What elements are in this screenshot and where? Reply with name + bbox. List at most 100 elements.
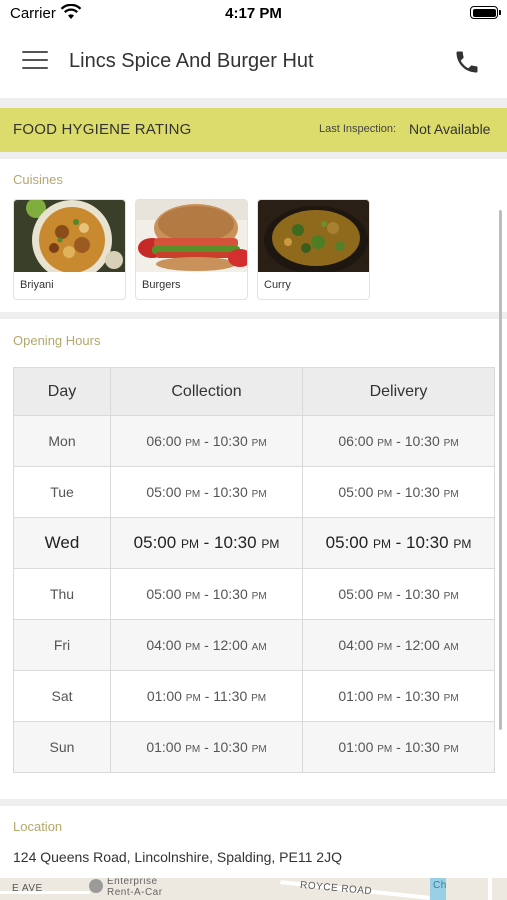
ampm-end: PM: [251, 693, 267, 704]
ampm-start: PM: [185, 642, 201, 653]
time-end: 11:30: [213, 688, 248, 704]
section-divider: [0, 799, 507, 806]
time-start: 05:00: [325, 533, 369, 552]
scrollbar[interactable]: [499, 210, 502, 730]
time-start: 04:00: [146, 637, 182, 653]
time-end: 10:30: [212, 433, 248, 449]
time-end: 10:30: [212, 586, 248, 602]
ampm-start: PM: [185, 744, 201, 755]
time-end: 12:00: [212, 637, 248, 653]
top-navbar: Lincs Spice And Burger Hut: [0, 28, 507, 98]
map-poi-label: Enterprise Rent-A-Car: [107, 878, 163, 898]
time-start: 06:00: [146, 433, 182, 449]
clock: 4:17 PM: [225, 5, 282, 22]
time-end: 10:30: [212, 484, 248, 500]
time-end: 10:30: [404, 433, 440, 449]
ampm-start: PM: [377, 744, 393, 755]
location-map[interactable]: E AVE Enterprise Rent-A-Car ROYCE ROAD C…: [0, 878, 507, 900]
ampm-end: PM: [453, 537, 472, 551]
time-start: 04:00: [338, 637, 374, 653]
ampm-start: PM: [377, 489, 393, 500]
cuisine-name: Curry: [264, 279, 291, 291]
delivery-hours-cell: 05:00 PM - 10:30 PM: [302, 517, 495, 569]
ampm-end: PM: [443, 693, 459, 704]
ampm-end: PM: [251, 744, 267, 755]
address-text: 124 Queens Road, Lincolnshire, Spalding,…: [13, 849, 342, 865]
battery-icon: [470, 6, 501, 19]
separator: -: [392, 484, 405, 500]
ampm-start: PM: [185, 489, 201, 500]
ampm-end: PM: [251, 591, 267, 602]
opening-hours-table: Day Collection Delivery Mon 06:00 PM - 10…: [13, 367, 495, 773]
separator: -: [390, 533, 407, 552]
day-cell: Thu: [13, 568, 111, 620]
ampm-start: PM: [180, 537, 199, 551]
day-cell: Mon: [13, 415, 111, 467]
section-divider: [0, 98, 507, 108]
separator: -: [200, 433, 213, 449]
ampm-start: PM: [377, 693, 393, 704]
table-row: Mon 06:00 PM - 10:30 PM 06:00 PM - 10:30 P…: [13, 415, 495, 467]
table-row: Wed 05:00 PM - 10:30 PM 05:00 PM - 10:30 P…: [13, 517, 495, 569]
separator: -: [392, 586, 405, 602]
page-title: Lincs Spice And Burger Hut: [69, 50, 314, 72]
day-cell: Sun: [13, 721, 111, 773]
collection-hours-cell: 06:00 PM - 10:30 PM: [110, 415, 303, 467]
column-header-day: Day: [13, 367, 111, 416]
map-water-label: Ch: [433, 880, 447, 891]
cuisine-name: Briyani: [20, 279, 54, 291]
time-start: 05:00: [338, 484, 374, 500]
time-end: 10:30: [404, 739, 440, 755]
last-inspection-label: Last Inspection:: [319, 123, 397, 135]
delivery-hours-cell: 01:00 PM - 10:30 PM: [302, 721, 495, 773]
table-header-row: Day Collection Delivery: [13, 367, 495, 416]
separator: -: [200, 484, 213, 500]
section-divider: [0, 152, 507, 159]
collection-hours-cell: 05:00 PM - 10:30 PM: [110, 517, 303, 569]
delivery-hours-cell: 04:00 PM - 12:00 AM: [302, 619, 495, 671]
cuisine-card-curry[interactable]: Curry: [257, 199, 370, 300]
ampm-start: PM: [377, 642, 393, 653]
ampm-end: PM: [251, 438, 267, 449]
time-end: 10:30: [214, 533, 257, 552]
time-start: 01:00: [146, 688, 182, 704]
phone-icon[interactable]: [453, 48, 481, 76]
column-header-collection: Collection: [110, 367, 303, 416]
time-start: 05:00: [146, 586, 182, 602]
burgers-image: [136, 200, 247, 272]
time-end: 10:30: [404, 484, 440, 500]
ampm-start: PM: [377, 438, 393, 449]
delivery-hours-cell: 05:00 PM - 10:30 PM: [302, 466, 495, 518]
day-cell: Fri: [13, 619, 111, 671]
collection-hours-cell: 01:00 PM - 11:30 PM: [110, 670, 303, 722]
separator: -: [392, 688, 405, 704]
separator: -: [392, 637, 405, 653]
time-start: 01:00: [338, 688, 374, 704]
map-road-label: E AVE: [12, 883, 43, 894]
time-start: 05:00: [146, 484, 182, 500]
collection-hours-cell: 05:00 PM - 10:30 PM: [110, 466, 303, 518]
column-header-delivery: Delivery: [302, 367, 495, 416]
separator: -: [200, 688, 214, 704]
delivery-hours-cell: 06:00 PM - 10:30 PM: [302, 415, 495, 467]
ampm-end: PM: [443, 744, 459, 755]
separator: -: [198, 533, 215, 552]
day-cell: Wed: [13, 517, 111, 569]
ampm-end: PM: [443, 591, 459, 602]
separator: -: [200, 586, 213, 602]
cuisine-card-briyani[interactable]: Briyani: [13, 199, 126, 300]
cuisines-list: Briyani Burgers Curry: [13, 199, 379, 301]
ampm-end: AM: [251, 642, 267, 653]
delivery-hours-cell: 05:00 PM - 10:30 PM: [302, 568, 495, 620]
ampm-end: PM: [443, 438, 459, 449]
ampm-start: PM: [372, 537, 391, 551]
table-row: Thu 05:00 PM - 10:30 PM 05:00 PM - 10:30 P…: [13, 568, 495, 620]
last-inspection-value: Not Available: [409, 121, 491, 137]
table-row: Sun 01:00 PM - 10:30 PM 01:00 PM - 10:30 P…: [13, 721, 495, 773]
table-row: Fri 04:00 PM - 12:00 AM 04:00 PM - 12:00 A…: [13, 619, 495, 671]
cuisine-card-burgers[interactable]: Burgers: [135, 199, 248, 300]
ampm-end: PM: [251, 489, 267, 500]
separator: -: [392, 739, 405, 755]
curry-image: [258, 200, 369, 272]
hamburger-menu-icon[interactable]: [22, 51, 48, 73]
